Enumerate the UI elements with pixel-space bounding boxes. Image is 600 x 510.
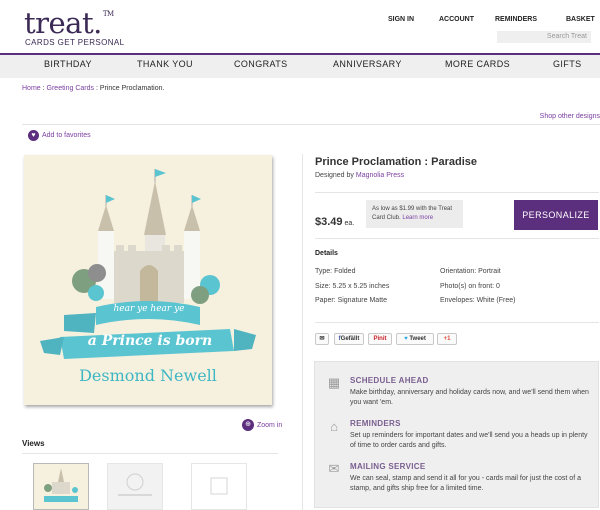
detail-paper: Paper: Signature Matte <box>315 297 387 304</box>
add-to-favorites-link[interactable]: ♥ Add to favorites <box>28 130 91 141</box>
google-plus-button[interactable]: +1 <box>437 333 457 345</box>
column-divider <box>302 154 303 510</box>
divider <box>22 453 278 454</box>
nav-sign-in[interactable]: SIGN IN <box>388 16 414 23</box>
personalize-button[interactable]: PERSONALIZE <box>514 200 598 230</box>
detail-size: Size: 5.25 x 5.25 inches <box>315 283 390 290</box>
reminders-text: Set up reminders for important dates and… <box>350 432 588 449</box>
pinterest-button[interactable]: Pinit <box>368 333 392 345</box>
views-label: Views <box>22 439 45 448</box>
tweet-button[interactable]: ♥ Tweet <box>396 333 434 345</box>
divider <box>22 124 600 125</box>
breadcrumb-home[interactable]: Home <box>22 85 41 92</box>
card-recipient-name: Desmond Newell <box>79 366 217 385</box>
mailing-service-text: We can seal, stamp and send it all for y… <box>350 475 581 492</box>
schedule-ahead-text: Make birthday, anniversary and holiday c… <box>350 389 589 406</box>
treat-logo[interactable]: treat.TM <box>24 6 114 40</box>
envelope-icon: ✉ <box>328 461 340 476</box>
divider <box>315 192 599 193</box>
envelope-icon: ✉ <box>319 336 325 342</box>
divider <box>315 322 599 323</box>
photo-placeholder-icon <box>118 473 152 496</box>
divider <box>315 238 599 239</box>
category-anniversary[interactable]: ANNIVERSARY <box>333 59 402 69</box>
card-preview[interactable]: hear ye hear ye a Prince is born Desmond… <box>24 155 272 405</box>
thumbnail-front[interactable] <box>33 463 89 510</box>
tagline: CARDS GET PERSONAL <box>25 38 125 47</box>
detail-envelopes: Envelopes: White (Free) <box>440 297 516 304</box>
calendar-icon: ▦ <box>327 375 341 390</box>
category-gifts[interactable]: GIFTS <box>553 59 582 69</box>
detail-photos: Photo(s) on front: 0 <box>440 283 500 290</box>
magnifier-icon: ⊕ <box>242 419 254 431</box>
card-club-offer: As low as $1.99 with the Treat Card Club… <box>366 200 463 228</box>
detail-type: Type: Folded <box>315 268 356 275</box>
detail-orientation: Orientation: Portrait <box>440 268 501 275</box>
email-share-button[interactable]: ✉ <box>315 333 329 345</box>
card-line-2: a Prince is born <box>87 333 213 349</box>
category-more-cards[interactable]: MORE CARDS <box>445 59 510 69</box>
reminders-title: REMINDERS <box>350 419 401 428</box>
schedule-ahead-title: SCHEDULE AHEAD <box>350 376 429 385</box>
mailing-service-title: MAILING SERVICE <box>350 462 426 471</box>
search-input[interactable]: Search Treat <box>497 31 591 43</box>
learn-more-link[interactable]: Learn more <box>402 215 433 221</box>
details-heading: Details <box>315 250 338 257</box>
card-line-1: hear ye hear ye <box>113 304 185 314</box>
breadcrumb-current: Prince Proclamation. <box>99 85 165 92</box>
nav-account[interactable]: ACCOUNT <box>439 16 474 23</box>
designer-link[interactable]: Magnolia Press <box>356 172 404 179</box>
heart-icon: ♥ <box>28 130 39 141</box>
nav-basket[interactable]: BASKET <box>566 16 595 23</box>
product-title: Prince Proclamation : Paradise <box>315 156 478 168</box>
designed-by: Designed by Magnolia Press <box>315 172 405 179</box>
thumbnail-inside[interactable] <box>107 463 163 510</box>
zoom-in-link[interactable]: ⊕ Zoom in <box>242 419 282 431</box>
category-congrats[interactable]: CONGRATS <box>234 59 288 69</box>
category-birthday[interactable]: BIRTHDAY <box>44 59 92 69</box>
nav-reminders[interactable]: REMINDERS <box>495 16 537 23</box>
breadcrumb-greeting-cards[interactable]: Greeting Cards <box>47 85 94 92</box>
thumbnail-back[interactable] <box>191 463 247 510</box>
facebook-like-button[interactable]: fGefällt <box>334 333 364 345</box>
twitter-bird-icon: ♥ <box>404 336 408 342</box>
castle-thumb-icon <box>44 468 78 502</box>
shop-other-designs-link[interactable]: Shop other designs <box>540 113 600 120</box>
card-back-icon <box>210 477 228 495</box>
bell-icon: ⌂ <box>330 419 338 434</box>
breadcrumb: Home : Greeting Cards : Prince Proclamat… <box>22 85 165 92</box>
price: $3.49 ea. <box>315 216 355 228</box>
category-thank-you[interactable]: THANK YOU <box>137 59 193 69</box>
